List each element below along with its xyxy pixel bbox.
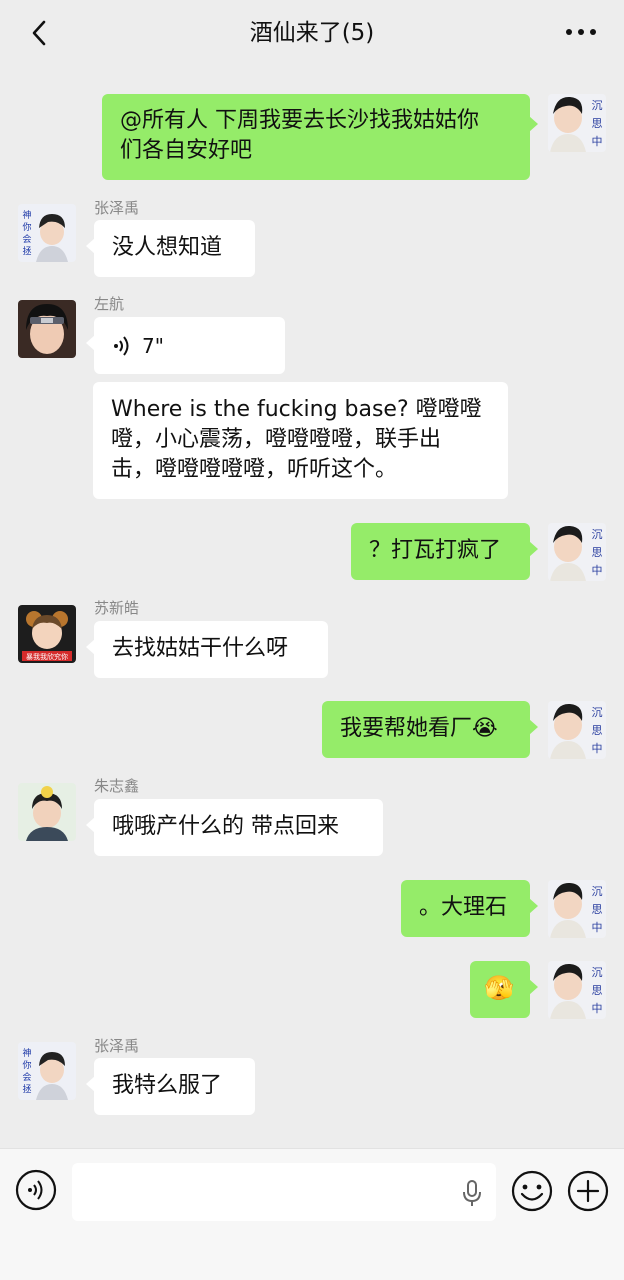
my-avatar[interactable]: 沉 思 中 [548,701,606,759]
my-avatar[interactable]: 沉 思 中 [548,961,606,1019]
smiley-icon[interactable] [510,1169,554,1213]
svg-text:中: 中 [592,742,603,755]
svg-text:会: 会 [22,1071,31,1083]
svg-text:沉: 沉 [592,706,603,719]
message-bubble[interactable]: 哦哦产什么的 带点回来 [86,799,383,856]
message-text: 哦哦产什么的 带点回来 [112,814,339,839]
message-text: Where is the fucking base? 噔噔噔 [111,397,482,422]
svg-text:沉: 沉 [592,966,603,979]
my-avatar[interactable]: 沉 思 中 [548,880,606,938]
message-bubble[interactable]: 我特么服了 [86,1058,255,1115]
svg-text:沉: 沉 [592,528,603,541]
sender-name: 张泽禹 [94,1037,140,1055]
message-text: 。大理石 [419,895,508,920]
sender-name: 左航 [94,295,125,313]
message-text: 我要帮她看厂 [340,716,473,741]
message-text: ？打瓦打疯了 [369,538,502,563]
message-text: 击，噔噔噔噔噔，听听这个。 [111,457,398,482]
message-input[interactable] [72,1163,496,1221]
message-text: 去找姑姑干什么呀 [112,636,289,661]
peeking-emoji-icon: 🫣 [484,974,514,1002]
svg-text:拯: 拯 [22,1083,31,1095]
avatar-zhangzeyu[interactable]: 神 你 会 拯 [18,204,76,262]
my-avatar[interactable]: 沉 思 中 [548,523,606,581]
svg-text:思: 思 [592,546,603,559]
message-bubble[interactable]: 没人想知道 [86,220,255,277]
sender-name: 朱志鑫 [94,777,140,795]
plus-circle-icon[interactable] [566,1169,610,1213]
avatar-zuohang[interactable] [18,300,76,358]
avatar-zhuzhixin[interactable] [18,783,76,841]
sender-name: 张泽禹 [94,199,140,217]
svg-text:思: 思 [592,117,603,130]
chat-title: 酒仙来了(5) [249,20,375,46]
my-message-bubble[interactable]: @所有人 下周我要去长沙找我姑姑你 们各自安好吧 [102,94,538,180]
svg-text:拯: 拯 [22,245,31,257]
avatar-suxinhao[interactable]: 暴我我欣究你 [18,605,76,663]
more-dots-icon[interactable] [564,22,598,42]
voice-input-icon[interactable] [15,1169,57,1211]
voice-duration: 7" [142,333,164,358]
microphone-icon[interactable] [462,1179,482,1207]
sender-name: 苏新皓 [94,599,140,617]
my-message-bubble[interactable]: 我要帮她看厂😭 [322,701,538,758]
chat-header: 酒仙来了(5) [0,0,624,66]
my-avatar[interactable]: 沉 思 中 [548,94,606,152]
avatar-zhangzeyu[interactable]: 神 你 会 拯 [18,1042,76,1100]
message-bubble[interactable]: Where is the fucking base? 噔噔噔 噔，小心震荡，噔噔… [93,382,508,499]
svg-text:你: 你 [22,221,31,233]
input-bar [0,1148,624,1280]
voice-wave-icon [114,335,129,356]
my-message-bubble[interactable]: 。大理石 [401,880,538,937]
svg-text:沉: 沉 [592,885,603,898]
message-text: 噔，小心震荡，噔噔噔噔，联手出 [111,427,442,452]
svg-text:沉: 沉 [592,99,603,112]
svg-text:思: 思 [592,984,603,997]
message-text: 们各自安好吧 [120,138,253,163]
svg-text:思: 思 [592,903,603,916]
svg-text:神: 神 [22,1047,31,1059]
svg-text:中: 中 [592,921,603,934]
svg-text:暴我我欣究你: 暴我我欣究你 [26,652,68,661]
svg-text:中: 中 [592,564,603,577]
svg-text:思: 思 [592,724,603,737]
svg-text:中: 中 [592,135,603,148]
svg-text:神: 神 [22,209,31,221]
my-message-bubble[interactable]: ？打瓦打疯了 [351,523,538,580]
message-text: 没人想知道 [112,235,223,260]
my-message-bubble[interactable]: 🫣 [470,961,538,1018]
crying-emoji-icon: 😭 [472,716,498,741]
message-bubble[interactable]: 去找姑姑干什么呀 [86,621,328,678]
svg-text:会: 会 [22,233,31,245]
message-text: @所有人 下周我要去长沙找我姑姑你 [120,108,479,133]
svg-text:中: 中 [592,1002,603,1015]
message-text: 我特么服了 [112,1073,223,1098]
voice-message-bubble[interactable]: 7" [86,317,285,374]
svg-text:你: 你 [22,1059,31,1071]
